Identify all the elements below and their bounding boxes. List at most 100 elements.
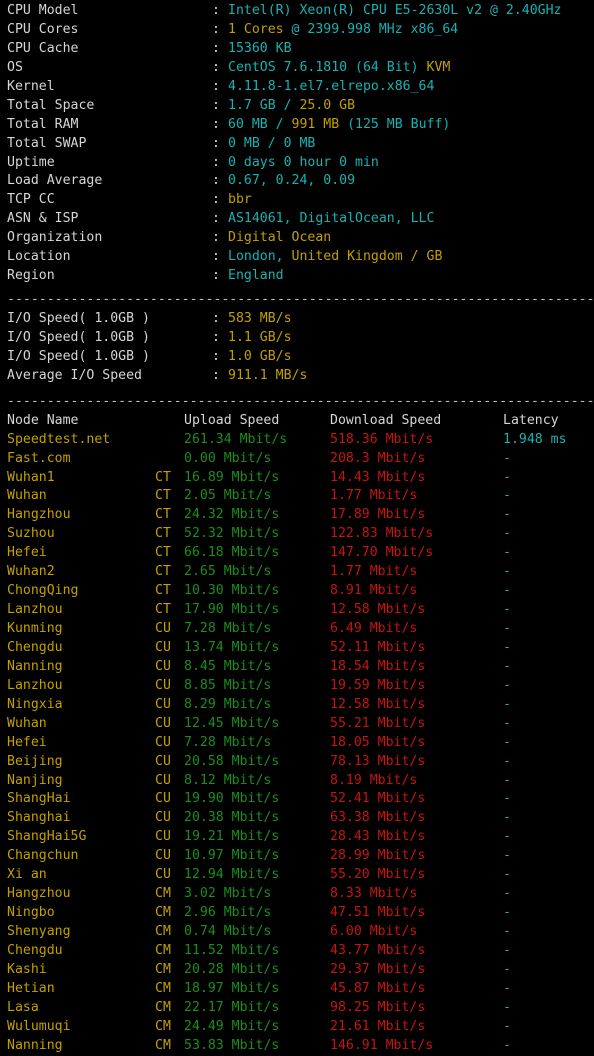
io-value: 911.1 MB/s <box>228 367 308 383</box>
info-colon: : <box>212 249 220 265</box>
info-value-segment: @ 2399.998 MHz x86_64 <box>283 21 459 37</box>
cell-node-name: Nanning <box>7 658 63 674</box>
cell-upload-speed: 13.74 Mbit/s <box>184 639 280 655</box>
io-label: I/O Speed( 1.0GB ) <box>7 329 150 345</box>
cell-isp: CU <box>155 848 171 864</box>
table-row: Nanning CM 53.83 Mbit/s 146.91 Mbit/s - <box>7 1037 594 1056</box>
cell-isp: CM <box>155 961 171 977</box>
column-header-latency: Latency <box>503 412 559 428</box>
cell-latency: - <box>503 848 511 864</box>
cell-latency: - <box>503 772 511 788</box>
cell-upload-speed: 19.21 Mbit/s <box>184 829 280 845</box>
info-value-segment: 991 MB <box>291 116 340 132</box>
info-value: London, United Kingdom / GB <box>228 249 442 264</box>
io-value: 1.1 GB/s <box>228 329 292 345</box>
cell-upload-speed: 18.97 Mbit/s <box>184 980 280 996</box>
info-label: Load Average <box>7 173 103 189</box>
info-value-segment: United Kingdom / GB <box>291 249 443 265</box>
info-row: Total SWAP:0 MB / 0 MB <box>7 135 594 154</box>
info-value: 1.7 GB / 25.0 GB <box>228 98 355 113</box>
info-value: 60 MB / 991 MB (125 MB Buff) <box>228 117 450 132</box>
cell-upload-speed: 52.32 Mbit/s <box>184 526 280 542</box>
cell-latency: - <box>503 602 511 618</box>
cell-upload-speed: 19.90 Mbit/s <box>184 791 280 807</box>
separator-line: ----------------------------------------… <box>7 292 594 308</box>
table-row: Hefei CT 66.18 Mbit/s 147.70 Mbit/s - <box>7 544 594 563</box>
cell-latency: - <box>503 621 511 636</box>
cell-upload-speed: 261.34 Mbit/s <box>184 431 288 447</box>
cell-upload-speed: 20.28 Mbit/s <box>184 961 280 977</box>
cell-node-name: Changchun <box>7 848 79 864</box>
info-value-segment: (125 MB Buff) <box>339 116 451 132</box>
info-row: CPU Model: Intel(R) Xeon(R) CPU E5-2630L … <box>7 2 594 21</box>
table-row: Speedtest.net 261.34 Mbit/s 518.36 Mbit/s 1… <box>7 431 594 450</box>
cell-upload-speed: 24.32 Mbit/s <box>184 507 280 523</box>
cell-isp: CM <box>155 1037 171 1053</box>
cell-download-speed: 1.77 Mbit/s <box>330 488 418 504</box>
info-label: CPU Model <box>7 3 79 18</box>
cell-upload-speed: 12.94 Mbit/s <box>184 867 280 883</box>
separator-line: ----------------------------------------… <box>7 393 594 409</box>
io-colon: : <box>212 311 220 326</box>
cell-download-speed: 6.49 Mbit/s <box>330 621 418 636</box>
info-label: CPU Cache <box>7 40 79 56</box>
info-row: Kernel:4.11.8-1.el7.elrepo.x86_64 <box>7 78 594 97</box>
table-row: Lanzhou CU 8.85 Mbit/s 19.59 Mbit/s - <box>7 677 594 696</box>
cell-upload-speed: 2.96 Mbit/s <box>184 905 272 921</box>
io-row: I/O Speed( 1.0GB ):1.0 GB/s <box>7 348 594 367</box>
cell-node-name: Ningxia <box>7 696 63 712</box>
info-value-segment: 1.7 GB / <box>228 97 300 113</box>
cell-isp: CM <box>155 905 171 921</box>
cell-node-name: Wuhan2 <box>7 564 55 580</box>
cell-upload-speed: 2.65 Mbit/s <box>184 564 272 580</box>
info-label: Uptime <box>7 154 55 170</box>
cell-isp: CU <box>155 621 171 636</box>
info-row: Organization: Digital Ocean <box>7 229 594 248</box>
cell-download-speed: 19.59 Mbit/s <box>330 677 426 693</box>
cell-download-speed: 12.58 Mbit/s <box>330 696 426 712</box>
cell-download-speed: 122.83 Mbit/s <box>330 526 434 542</box>
table-row: Lasa CM 22.17 Mbit/s 98.25 Mbit/s - <box>7 999 594 1018</box>
table-row: ChongQing CT 10.30 Mbit/s 8.91 Mbit/s - <box>7 582 594 601</box>
info-row: CPU Cores:1 Cores @ 2399.998 MHz x86_64 <box>7 21 594 40</box>
info-value-segment: 4.11.8-1.el7.elrepo.x86_64 <box>228 78 435 94</box>
cell-isp: CU <box>155 677 171 693</box>
cell-latency: - <box>503 1037 511 1053</box>
cell-isp: CU <box>155 734 171 750</box>
info-value-segment: 0.67, 0.24, 0.09 <box>228 173 356 189</box>
cell-upload-speed: 24.49 Mbit/s <box>184 1018 280 1034</box>
info-colon: : <box>212 135 220 151</box>
cell-node-name: Shanghai <box>7 810 71 826</box>
cell-download-speed: 28.99 Mbit/s <box>330 848 426 864</box>
info-value-segment: KVM <box>426 59 451 75</box>
cell-isp: CM <box>155 1018 171 1034</box>
info-value: 1 Cores @ 2399.998 MHz x86_64 <box>228 22 458 37</box>
cell-download-speed: 18.05 Mbit/s <box>330 734 426 750</box>
cell-isp: CT <box>155 526 171 542</box>
table-row: Shenyang CM 0.74 Mbit/s 6.00 Mbit/s - <box>7 923 594 942</box>
info-value-segment: AS14061, DigitalOcean, LLC <box>228 211 435 227</box>
info-value: bbr <box>228 192 252 207</box>
cell-latency: - <box>503 450 511 466</box>
cell-isp: CT <box>155 488 171 504</box>
cell-isp: CM <box>155 999 171 1015</box>
cell-latency: - <box>503 469 511 485</box>
cell-isp: CU <box>155 639 171 655</box>
cell-node-name: Wuhan1 <box>7 469 55 485</box>
speedtest-header-row: Node Name Upload Speed Download Speed Laten… <box>7 412 594 431</box>
cell-latency: - <box>503 961 511 977</box>
cell-download-speed: 147.70 Mbit/s <box>330 545 434 561</box>
info-label: CPU Cores <box>7 21 79 37</box>
cell-upload-speed: 0.00 Mbit/s <box>184 450 272 466</box>
cell-node-name: Suzhou <box>7 526 55 542</box>
cell-download-speed: 98.25 Mbit/s <box>330 999 426 1015</box>
cell-latency: - <box>503 583 511 599</box>
cell-isp: CU <box>155 696 171 712</box>
cell-download-speed: 78.13 Mbit/s <box>330 753 426 769</box>
io-value: 1.0 GB/s <box>228 348 292 364</box>
cell-download-speed: 8.19 Mbit/s <box>330 772 418 788</box>
cell-isp: CT <box>155 583 171 599</box>
info-row: OS: CentOS 7.6.1810 (64 Bit) KVM <box>7 59 594 78</box>
cell-download-speed: 55.21 Mbit/s <box>330 715 426 731</box>
